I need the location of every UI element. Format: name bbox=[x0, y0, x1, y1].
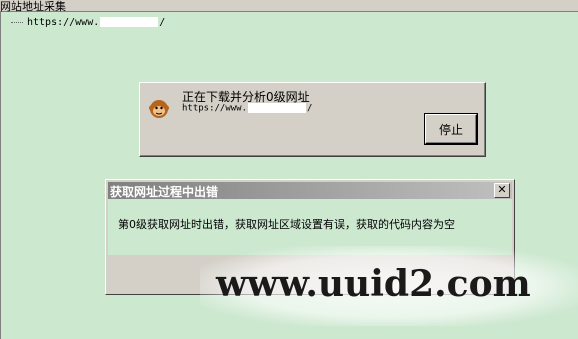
window-titlebar: 网站地址采集 bbox=[0, 0, 578, 13]
redacted-domain bbox=[248, 103, 307, 113]
monkey-icon bbox=[149, 100, 169, 118]
progress-url: https://www. / bbox=[182, 103, 313, 114]
progress-dialog: 正在下载并分析0级网址 https://www. / 停止 bbox=[139, 82, 486, 157]
error-message: 第0级获取网址时出错，获取网址区域设置有误，获取的代码内容为空 bbox=[118, 218, 455, 231]
tree-item-url: https://www. / bbox=[27, 16, 166, 28]
error-dialog-titlebar: 获取网址过程中出错 ✕ bbox=[108, 182, 512, 199]
tree-connector bbox=[11, 21, 23, 23]
redacted-domain bbox=[100, 16, 159, 27]
close-button[interactable]: ✕ bbox=[494, 183, 510, 198]
error-dialog-title: 获取网址过程中出错 bbox=[110, 185, 219, 199]
watermark-text: www.uuid2.com bbox=[216, 263, 531, 305]
stop-button[interactable]: 停止 bbox=[425, 114, 477, 144]
tree-item[interactable]: https://www. / bbox=[11, 15, 165, 29]
